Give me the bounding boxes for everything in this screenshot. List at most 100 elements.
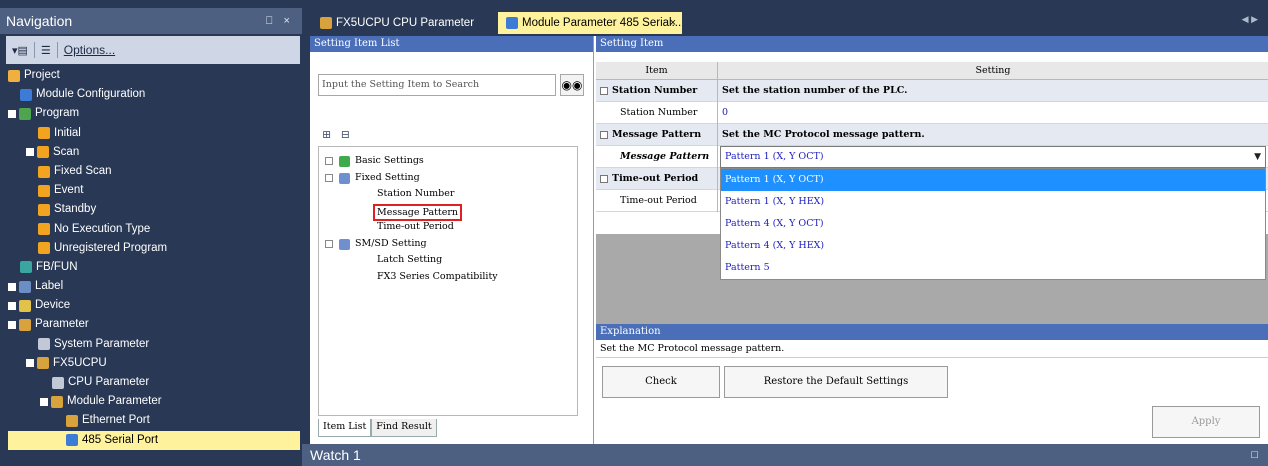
dropdown-option[interactable]: Pattern 4 (X, Y OCT) [721, 213, 1265, 235]
setting-tree-fixed-setting[interactable]: Fixed Setting [319, 170, 577, 187]
group-station-number[interactable]: Station Number Set the station number of… [596, 80, 1268, 102]
close-icon[interactable]: × [670, 12, 676, 34]
dropdown-option[interactable]: Pattern 5 [721, 257, 1265, 279]
dropdown-option[interactable]: Pattern 4 (X, Y HEX) [721, 235, 1265, 257]
ethernet-icon [66, 414, 78, 427]
tree-tool-icons: ⊞ ⊟ [322, 128, 350, 141]
tree-item-label-node[interactable]: Label [8, 277, 300, 296]
tree-item-event[interactable]: Event [8, 181, 300, 200]
setting-tree-basic-settings[interactable]: Basic Settings [319, 153, 577, 170]
project-tree: Project Module Configuration Program Ini… [8, 66, 300, 466]
tree-item-parameter[interactable]: Parameter [8, 315, 300, 334]
expand-icon[interactable] [26, 148, 34, 157]
expand-all-icon[interactable]: ⊞ [322, 128, 331, 141]
tree-item-device[interactable]: Device [8, 296, 300, 315]
tab-find-result[interactable]: Find Result [371, 419, 437, 437]
fb-icon [20, 261, 32, 274]
navigation-title-bar: Navigation ⎕ × [0, 8, 302, 34]
tree-item-ethernet-port[interactable]: Ethernet Port [8, 411, 300, 430]
program-folder-icon [38, 165, 50, 178]
station-number-value[interactable]: 0 [722, 102, 1264, 124]
setting-tree-latch-setting[interactable]: Latch Setting [319, 252, 577, 269]
tree-item-fixed-scan[interactable]: Fixed Scan [8, 162, 300, 181]
serial-port-icon [66, 434, 78, 447]
tree-item-module-configuration[interactable]: Module Configuration [8, 85, 300, 104]
collapse-icon[interactable] [40, 397, 48, 406]
module-config-icon [20, 88, 32, 101]
filter-icon[interactable]: ▾▤ [12, 44, 28, 57]
options-button[interactable]: Options... [64, 43, 115, 57]
tree-item-label: Fixed Scan [54, 164, 112, 177]
setting-tree-label: Basic Settings [355, 155, 424, 166]
tree-item-label: Project [24, 69, 60, 81]
collapse-icon[interactable] [8, 109, 16, 118]
apply-button[interactable]: Apply [1152, 406, 1260, 438]
tree-item-no-execution-type[interactable]: No Execution Type [8, 220, 300, 239]
tree-item-project[interactable]: Project [8, 66, 300, 85]
setting-tree-fx3-compatibility[interactable]: FX3 Series Compatibility [319, 269, 577, 286]
check-circle-icon [339, 156, 350, 167]
group-message-pattern[interactable]: Message Pattern Set the MC Protocol mess… [596, 124, 1268, 146]
parameter-icon [320, 17, 332, 29]
tree-item-cpu-parameter[interactable]: CPU Parameter [8, 373, 300, 392]
tree-item-label: Event [54, 184, 84, 197]
sort-icon[interactable]: ☰ [41, 44, 51, 57]
program-folder-icon [38, 223, 50, 236]
restore-defaults-button[interactable]: Restore the Default Settings [724, 366, 948, 398]
group-description: Set the station number of the PLC. [722, 85, 908, 96]
setting-search-input[interactable]: Input the Setting Item to Search [318, 74, 556, 96]
chevron-down-icon[interactable]: ▼ [1254, 147, 1261, 167]
setting-tree-label-highlighted: Message Pattern [373, 203, 463, 221]
tree-item-label: FX5UCPU [53, 356, 107, 369]
collapse-icon[interactable] [8, 321, 16, 330]
settings-folder-icon [339, 172, 350, 184]
row-station-number[interactable]: Station Number 0 [596, 102, 1268, 124]
tree-item-fb-fun[interactable]: FB/FUN [8, 258, 300, 277]
navigation-pane: Navigation ⎕ × ▾▤ ☰ Options... Project M… [0, 0, 302, 466]
tree-item-485-serial-port[interactable]: 485 Serial Port [8, 430, 300, 450]
setting-tree-station-number[interactable]: Station Number [319, 186, 577, 203]
tab-item-list[interactable]: Item List [318, 419, 372, 437]
tree-item-standby[interactable]: Standby [8, 200, 300, 219]
dropdown-option[interactable]: Pattern 1 (X, Y HEX) [721, 191, 1265, 213]
pin-icon[interactable]: ⎕ × [266, 8, 294, 34]
pin-icon[interactable]: □ [1251, 444, 1258, 466]
collapse-all-icon[interactable]: ⊟ [341, 128, 350, 141]
tree-item-label: Ethernet Port [82, 414, 150, 427]
system-parameter-icon [38, 338, 50, 351]
tab-module-parameter-485[interactable]: Module Parameter 485 Serial... × [498, 12, 682, 34]
setting-tree-timeout-period[interactable]: Time-out Period [319, 219, 577, 236]
tree-item-program[interactable]: Program [8, 104, 300, 123]
item-label: Station Number [596, 102, 718, 124]
message-pattern-select[interactable]: Pattern 1 (X, Y OCT) ▼ [720, 146, 1266, 168]
setting-tree-label: Station Number [377, 188, 455, 199]
tree-item-label: Module Configuration [36, 88, 146, 101]
program-folder-icon [38, 203, 50, 216]
tree-item-fx5ucpu[interactable]: FX5UCPU [8, 354, 300, 373]
binoculars-search-icon[interactable]: ◉◉ [560, 74, 584, 96]
tab-cpu-parameter[interactable]: FX5UCPU CPU Parameter [312, 12, 492, 34]
setting-tree-message-pattern[interactable]: Message Pattern [319, 203, 577, 221]
setting-tree-smsd-setting[interactable]: SM/SD Setting [319, 236, 577, 253]
tree-item-module-parameter[interactable]: Module Parameter [8, 392, 300, 411]
serial-port-icon [506, 17, 518, 29]
collapse-icon[interactable] [26, 359, 34, 368]
tree-item-system-parameter[interactable]: System Parameter [8, 335, 300, 354]
tree-item-scan[interactable]: Scan [8, 143, 300, 162]
tree-item-initial[interactable]: Initial [8, 124, 300, 143]
collapse-icon[interactable] [325, 239, 333, 248]
check-button[interactable]: Check [602, 366, 720, 398]
group-label: Time-out Period [596, 168, 718, 190]
watch-pane-title[interactable]: Watch 1 □ [302, 444, 1268, 466]
collapse-icon[interactable] [325, 173, 333, 182]
watch-title: Watch 1 [310, 447, 361, 463]
tab-label: Module Parameter 485 Serial... [522, 17, 682, 29]
tab-scroll-icon[interactable]: ◀ ▶ [1242, 14, 1258, 25]
expand-icon[interactable] [8, 301, 16, 310]
expand-icon[interactable] [325, 157, 333, 165]
tree-item-unregistered-program[interactable]: Unregistered Program [8, 239, 300, 258]
expand-icon[interactable] [8, 282, 16, 291]
group-label: Message Pattern [596, 124, 718, 146]
setting-tree-label: SM/SD Setting [355, 237, 427, 249]
dropdown-option[interactable]: Pattern 1 (X, Y OCT) [721, 169, 1265, 191]
